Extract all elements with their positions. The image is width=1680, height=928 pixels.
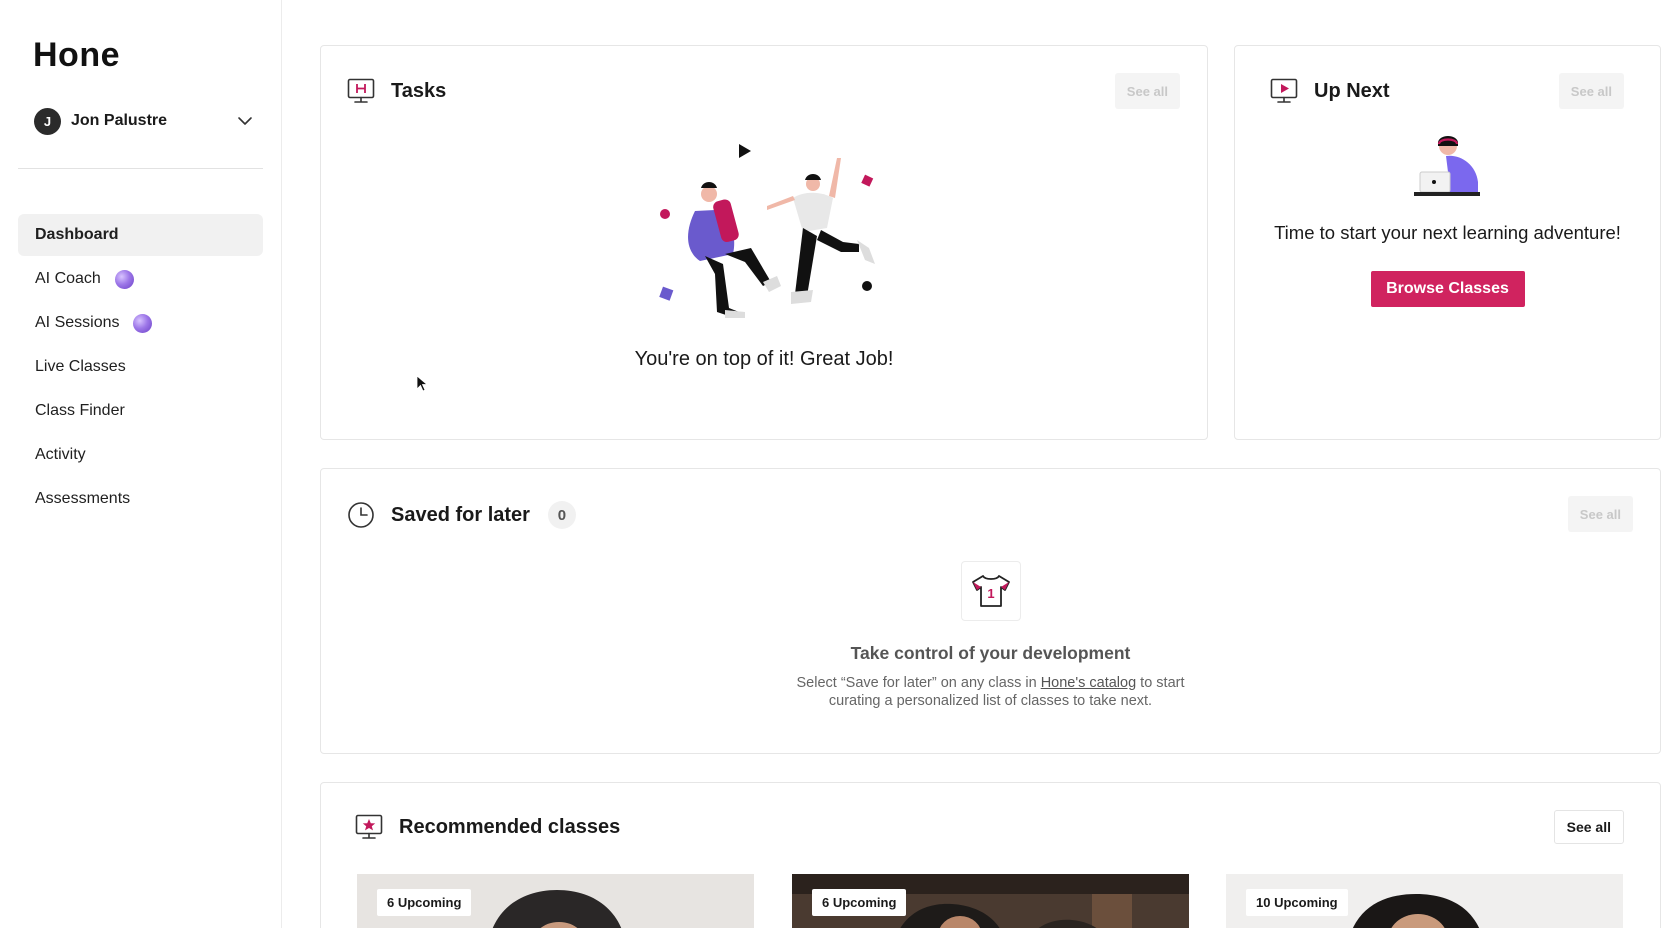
monitor-star-icon — [355, 814, 383, 839]
tasks-empty-message: You're on top of it! Great Job! — [634, 348, 894, 370]
saved-header: Saved for later 0 — [347, 501, 576, 529]
sidebar-item-live-classes[interactable]: Live Classes — [18, 346, 263, 388]
sidebar-item-activity[interactable]: Activity — [18, 434, 263, 476]
shirt-number: 1 — [987, 586, 994, 601]
tasks-card: Tasks See all You're on top of it! Great… — [320, 45, 1208, 440]
saved-empty-title: Take control of your development — [850, 643, 1131, 663]
class-card[interactable]: 10 Upcoming — [1226, 874, 1623, 928]
up-next-see-all-button[interactable]: See all — [1558, 73, 1624, 109]
ai-orb-icon — [114, 269, 134, 289]
sidebar-item-ai-coach[interactable]: AI Coach — [18, 258, 263, 300]
saved-for-later-card: Saved for later 0 See all 1 Take control… — [320, 468, 1661, 754]
dancing-people-illustration — [659, 144, 875, 318]
saved-see-all-button[interactable]: See all — [1567, 496, 1633, 532]
saved-title: Saved for later — [391, 503, 530, 526]
recommended-see-all-button[interactable]: See all — [1553, 810, 1624, 844]
up-next-card: Up Next See all Time to start your next … — [1234, 45, 1661, 440]
sidebar-nav: Dashboard AI Coach AI Sessions Live Clas… — [18, 214, 263, 522]
sidebar-item-label: Live Classes — [35, 358, 126, 375]
tasks-see-all-button[interactable]: See all — [1114, 73, 1180, 109]
browse-classes-button[interactable]: Browse Classes — [1370, 271, 1525, 307]
saved-empty-description: Select “Save for later” on any class in … — [771, 674, 1211, 710]
recommended-title: Recommended classes — [399, 815, 621, 838]
sidebar-divider — [18, 168, 263, 169]
person-laptop-illustration — [1414, 136, 1480, 196]
sidebar-item-class-finder[interactable]: Class Finder — [18, 390, 263, 432]
saved-empty-icon-box: 1 — [960, 561, 1021, 621]
class-card[interactable]: 6 Upcoming — [792, 874, 1189, 928]
shirt-icon: 1 — [971, 575, 1010, 607]
sidebar-item-label: Activity — [35, 446, 86, 463]
saved-desc-text: Select “Save for later” on any class in — [796, 675, 1041, 691]
chevron-down-icon[interactable] — [236, 112, 254, 130]
mouse-cursor-icon — [416, 375, 428, 392]
sidebar-item-label: AI Coach — [35, 270, 101, 287]
sidebar-item-label: Assessments — [35, 490, 131, 507]
upcoming-badge: 6 Upcoming — [812, 889, 907, 916]
sidebar-item-label: Dashboard — [35, 226, 119, 243]
class-card[interactable]: 6 Upcoming — [357, 874, 754, 928]
sidebar-item-assessments[interactable]: Assessments — [18, 478, 263, 520]
clock-icon — [348, 502, 374, 528]
monitor-h-icon — [347, 78, 375, 103]
user-menu[interactable]: J Jon Palustre — [34, 106, 254, 136]
saved-count-badge: 0 — [547, 501, 576, 529]
up-next-message: Time to start your next learning adventu… — [1274, 222, 1621, 243]
catalog-link[interactable]: Hone's catalog — [1041, 675, 1136, 691]
tasks-title: Tasks — [391, 79, 447, 102]
tasks-header: Tasks — [347, 78, 446, 104]
user-name: Jon Palustre — [71, 112, 168, 129]
avatar: J — [34, 107, 61, 135]
recommended-classes-card: Recommended classes See all 6 Upcoming 6… — [320, 782, 1661, 928]
recommended-header: Recommended classes — [355, 814, 620, 840]
monitor-play-icon — [1270, 78, 1298, 103]
upcoming-badge: 6 Upcoming — [377, 889, 472, 916]
app-logo[interactable]: Hone — [33, 36, 120, 75]
sidebar-item-ai-sessions[interactable]: AI Sessions — [18, 302, 263, 344]
upcoming-badge: 10 Upcoming — [1246, 889, 1348, 916]
sidebar-item-dashboard[interactable]: Dashboard — [18, 214, 263, 256]
sidebar-item-label: Class Finder — [35, 402, 125, 419]
sidebar: Hone J Jon Palustre Dashboard AI Coach A… — [0, 0, 282, 928]
up-next-header: Up Next — [1270, 78, 1390, 104]
ai-orb-icon — [133, 313, 153, 333]
up-next-title: Up Next — [1314, 79, 1390, 102]
sidebar-item-label: AI Sessions — [35, 314, 120, 331]
